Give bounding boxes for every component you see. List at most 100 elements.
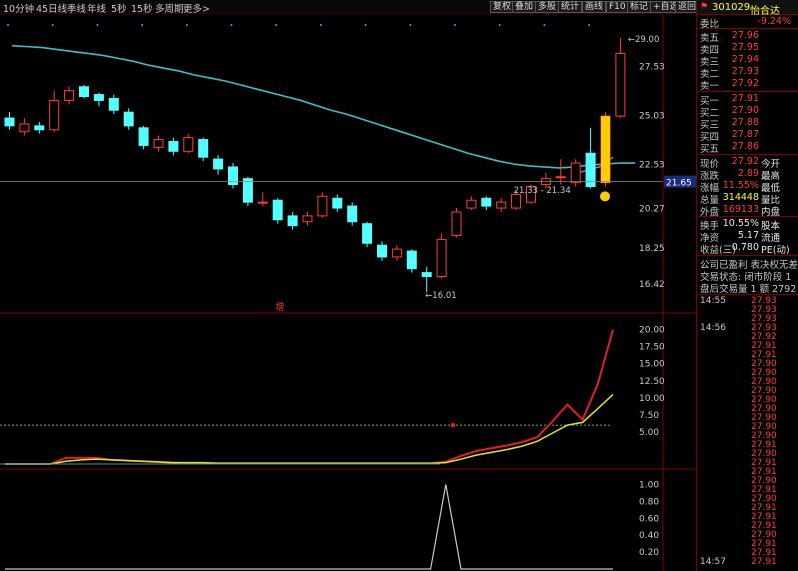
ask-row[interactable]: 卖二 27.93 <box>697 66 798 80</box>
divider <box>697 91 798 92</box>
timeframe-10min[interactable]: 10分钟 <box>3 1 34 15</box>
divider <box>697 294 798 295</box>
stat-extra-label: PE(动) <box>761 245 790 256</box>
indicator1-series-line <box>5 329 614 465</box>
candle-body <box>347 205 358 223</box>
y-tick-label: 16.42 <box>639 280 665 290</box>
draw-line-button[interactable]: 画线 <box>582 1 607 13</box>
candle-body <box>466 199 477 209</box>
signal-dot <box>51 24 54 26</box>
candle-body <box>377 244 387 258</box>
overlay-button[interactable]: 叠加 <box>512 1 537 13</box>
signal-dot <box>7 24 9 26</box>
stat-value: 169133 <box>722 204 759 215</box>
signal-dot <box>185 24 188 26</box>
bid-row[interactable]: 买二 27.90 <box>697 105 798 119</box>
timeframe-multi[interactable]: 多周期 <box>155 1 184 15</box>
trade-marker-icon <box>600 191 610 202</box>
statistics-button[interactable]: 统计 <box>558 1 583 13</box>
signal-dot <box>454 24 456 26</box>
ask-row[interactable]: 卖四 27.95 <box>697 42 798 56</box>
candle-body <box>272 199 283 221</box>
divider <box>697 255 798 256</box>
signal-marker: 增 <box>275 301 284 313</box>
ask-price: 27.95 <box>731 42 759 53</box>
candle-body <box>317 195 328 217</box>
indicator1-y-tick: 12.50 <box>639 377 665 387</box>
indicator2-y-tick: 0.60 <box>639 514 659 524</box>
divider <box>697 154 798 155</box>
candle-body <box>108 97 119 111</box>
range-annotation: 21.33 - 21.34 <box>514 186 571 196</box>
signal-dot <box>230 24 233 26</box>
bid-price: 27.91 <box>731 93 759 104</box>
tick-row: 14:57 27.91 <box>697 557 798 568</box>
stock-flag-icon: ⚑ <box>700 2 709 12</box>
stat-value: 10.55% <box>722 218 759 229</box>
candle-body <box>481 197 492 207</box>
divider <box>697 216 798 217</box>
candle-body <box>123 111 134 127</box>
bid-row[interactable]: 买三 27.88 <box>697 117 798 131</box>
bid-row[interactable]: 买五 27.86 <box>697 141 798 155</box>
current-price-label: 21.65 <box>666 179 692 189</box>
note-row: 公司已盈利 表决权无差异 <box>697 257 798 271</box>
stock-header: ⚑ 301029 怡合达 <box>697 0 798 17</box>
stat-row: 涨跌 2.89 最高 <box>697 168 798 182</box>
signal-dot <box>275 24 278 26</box>
chart-area[interactable]: 21.65 27.53 25.03 22.53 20.27 18.25 16.42 ←29.0… <box>0 14 696 571</box>
signal-dot <box>543 24 546 26</box>
signal-dot <box>319 24 322 26</box>
candle-body <box>138 127 149 146</box>
indicator2-y-tick: 0.20 <box>639 548 659 558</box>
indicator2-y-tick: 0.40 <box>639 531 659 541</box>
candle-body <box>242 178 253 203</box>
timeframe-year[interactable]: 年线 <box>87 1 106 15</box>
ask-row[interactable]: 卖五 27.96 <box>697 30 798 44</box>
multi-stock-button[interactable]: 多股 <box>535 1 560 13</box>
ask-price: 27.96 <box>731 30 759 41</box>
indicator1-y-tick: 7.50 <box>639 411 659 421</box>
ask-price: 27.92 <box>731 78 759 89</box>
stock-name: 怡合达 <box>750 6 780 17</box>
stock-code: 301029 <box>712 2 751 13</box>
candle-body <box>49 99 60 131</box>
stat-row: 总量 314448 量比 <box>697 192 798 206</box>
indicator1-dot <box>450 422 456 428</box>
tick-price: 27.91 <box>751 557 777 567</box>
candle-body <box>436 238 447 278</box>
candle-body <box>451 211 462 236</box>
stat-row: 收益(三) 0.780 PE(动) <box>697 242 798 256</box>
signal-dot <box>588 24 591 26</box>
bid-row[interactable]: 买四 27.87 <box>697 129 798 143</box>
stat-row: 外盘 169133 内盘 <box>697 204 798 218</box>
candle-body <box>287 215 298 227</box>
stat-value: 0.780 <box>731 242 759 253</box>
ask-row[interactable]: 卖一 27.92 <box>697 78 798 92</box>
stat-value: 314448 <box>722 192 759 203</box>
stat-value: 5.17 <box>737 230 759 241</box>
signal-dot <box>409 24 412 26</box>
indicator2-series-line <box>5 484 613 570</box>
ask-row[interactable]: 卖三 27.94 <box>697 54 798 68</box>
timeframe-15s[interactable]: 15秒 <box>131 1 153 15</box>
timeframe-quarter[interactable]: 季线 <box>67 1 86 15</box>
note-row: 交易状态: 闭市阶段 1 <box>697 269 798 283</box>
candle-body <box>79 86 89 98</box>
timeframe-45day[interactable]: 45日线 <box>36 1 67 15</box>
bid-row[interactable]: 买一 27.91 <box>697 93 798 107</box>
webi-row: 委比 -9.24% <box>697 16 798 30</box>
adjust-button[interactable]: 复权 <box>490 1 515 13</box>
bid-price: 27.86 <box>731 141 759 152</box>
mark-button[interactable]: 标记 <box>627 1 652 13</box>
timeframe-5s[interactable]: 5秒 <box>111 1 127 15</box>
f10-button[interactable]: F10 <box>606 1 629 13</box>
candle-body <box>570 162 581 184</box>
moving-average-line <box>11 44 636 169</box>
y-tick-label: 18.25 <box>639 244 665 254</box>
y-tick-label: 27.53 <box>639 63 665 73</box>
timeframe-more[interactable]: 更多> <box>183 1 210 15</box>
candle-body <box>332 197 343 209</box>
indicator1-series-line <box>5 393 614 465</box>
signal-dot <box>96 24 99 26</box>
